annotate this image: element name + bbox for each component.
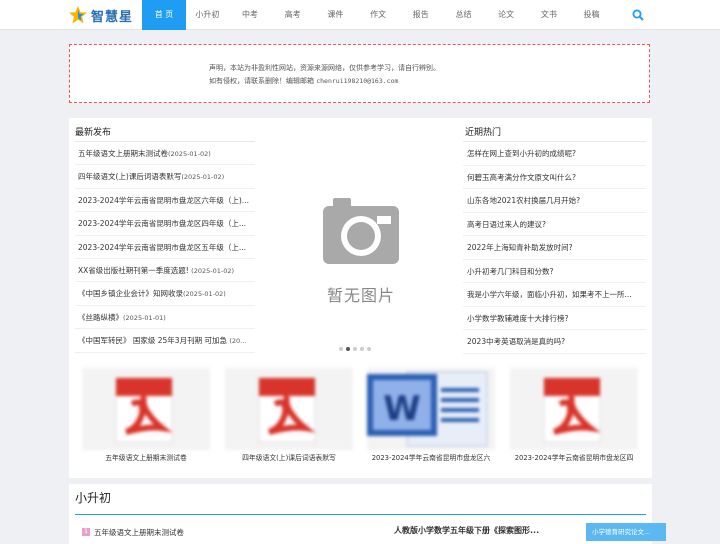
thumbnail-caption[interactable]: 2023-2024学年云南省昆明市盘龙区六 [361,452,501,462]
nav-item-10[interactable]: 投稿 [570,0,613,30]
latest-item-title: 《中国军转民》 国家级 25年3月刊期 可加急 [78,336,230,346]
section-underline [75,514,646,515]
hot-item[interactable]: 怎样在网上查到小升初的成绩呢? [463,142,646,166]
latest-item[interactable]: 《丝路纵横》(2025-01-01) [75,306,255,330]
latest-item-title: 四年级语文(上)课后词语表默写 [78,172,182,182]
nav-item-3[interactable]: 高考 [271,0,314,30]
hot-item[interactable]: 山东各地2021农村换届几月开始? [463,189,646,213]
latest-item[interactable]: 2023-2024学年云南省昆明市盘龙区四年级（上... [75,212,255,236]
latest-item-title: 2023-2024学年云南省昆明市盘龙区六年级（上)... [78,195,249,205]
slider-dot[interactable] [339,347,343,351]
latest-item-title: 《丝路纵横》 [78,312,123,322]
document-thumbnails: 五年级语文上册期末测试卷 四年级语文(上)课后词语表默写 W 2023-2024学年云… [69,364,652,474]
latest-item-title: 2023-2024学年云南省昆明市盘龙区四年级（上... [78,219,247,229]
word-icon[interactable]: W [367,368,495,450]
thumbnail-caption[interactable]: 五年级语文上册期末测试卷 [76,452,216,462]
disclaimer-line1: 声明，本站为非盈利性网站，资源来源网络，仅供参考学习，请自行辨别。 [209,64,440,72]
latest-item-title: 2023-2024学年云南省昆明市盘龙区五年级（上... [78,242,247,252]
latest-heading: 最新发布 [75,128,112,138]
latest-item-date: (2025-01-02) [168,150,211,158]
thumbnail-caption[interactable]: 2023-2024学年云南省昆明市盘龙区四 [504,452,644,462]
camera-icon [323,198,399,264]
hot-heading: 近期热门 [465,128,502,138]
hot-item[interactable]: 2023中考英语取消是真的吗? [463,330,646,354]
nav-item-0[interactable]: 首 页 [142,0,186,30]
star-logo-icon [69,6,87,24]
latest-item-date: (2025-01-02) [181,173,225,182]
latest-item[interactable]: 2023-2024学年云南省昆明市盘龙区六年级（上)... [75,189,255,213]
latest-item-title: 《中国乡镇企业会计》知网收录 [78,289,183,299]
latest-item[interactable]: 《中国军转民》 国家级 25年3月刊期 可加急 (20... [75,329,255,353]
svg-text:W: W [383,389,421,429]
pdf-icon[interactable] [510,368,638,450]
hot-item[interactable]: 小升初考几门科目和分数? [463,260,646,283]
nav-item-7[interactable]: 总结 [442,0,485,30]
nav-item-8[interactable]: 论文 [485,0,528,30]
main-nav: 首 页小升初 中考 高考 课件 作文 报告 总结 论文 文书 投稿 [142,0,613,30]
slider-dots [339,347,371,351]
pdf-icon[interactable] [82,368,210,450]
latest-item[interactable]: 《中国乡镇企业会计》知网收录(2025-01-02) [75,282,255,306]
no-image-caption: 暂无图片 [326,286,395,305]
related-link-button[interactable]: 小学德育研究论文... [586,523,666,541]
slider-dot[interactable] [346,347,350,351]
section-title: 小升初 [75,491,112,505]
nav-item-1[interactable]: 小升初 [186,0,229,30]
latest-item-title: 五年级语文上册期末测试卷 [78,149,168,158]
hot-item[interactable]: 高考日语过来人的建议? [463,213,646,236]
feature-article-title[interactable]: 人教版小学数学五年级下册《探索图形... [394,525,539,536]
slider-placeholder[interactable]: 暂无图片 [319,192,403,305]
hot-item[interactable]: 何碧玉高考满分作文原文叫什么? [463,166,646,189]
disclaimer-notice: 声明，本站为非盈利性网站，资源来源网络，仅供参考学习，请自行辨别。 如有侵权，请… [69,44,650,103]
slider-dot[interactable] [353,347,357,351]
latest-item[interactable]: XX省级出版社期刊第一季度选题! (2025-01-02) [75,259,255,283]
thumbnail-caption[interactable]: 四年级语文(上)课后词语表默写 [219,452,359,462]
latest-item-title: XX省级出版社期刊第一季度选题! [78,265,192,275]
site-logo[interactable]: 智慧星 [68,5,133,25]
latest-item-date: (20... [229,337,247,346]
disclaimer-line2: 如有侵权，请联系删除！编辑邮箱 chenrui198210@163.com [209,75,398,88]
latest-item[interactable]: 2023-2024学年云南省昆明市盘龙区五年级（上... [75,236,255,259]
latest-item[interactable]: 四年级语文(上)课后词语表默写(2025-01-02) [75,165,255,189]
nav-item-5[interactable]: 作文 [357,0,400,30]
main-panel: 最新发布 五年级语文上册期末测试卷(2025-01-02) 四年级语文(上)课后词… [69,118,652,478]
nav-item-6[interactable]: 报告 [399,0,442,30]
latest-item[interactable]: 五年级语文上册期末测试卷(2025-01-02) [75,142,255,166]
search-icon[interactable] [632,9,644,21]
slider-dot[interactable] [360,347,364,351]
editor-email[interactable]: chenrui198210@163.com [316,77,398,85]
xiaoshengchu-section: 小升初 1 五年级语文上册期末测试卷 人教版小学数学五年级下册《探索图形... … [69,484,666,544]
nav-item-4[interactable]: 课件 [314,0,357,30]
disclaimer-text: 如有侵权，请联系删除！编辑邮箱 [209,77,317,85]
hot-item[interactable]: 2022年上海知青补助发放时间? [463,236,646,260]
slider-dot[interactable] [367,347,371,351]
latest-item-date: (2025-01-02) [191,266,235,275]
hot-item[interactable]: 小学数学教辅难度十大排行榜? [463,307,646,330]
latest-item-date: (2025-01-01) [123,313,166,322]
latest-item-date: (2025-01-02) [183,290,226,299]
hot-item[interactable]: 我是小学六年级，面临小升初，如果考不上一所... [463,283,646,307]
pdf-icon[interactable] [225,368,353,450]
section-list-item[interactable]: 五年级语文上册期末测试卷 [94,527,184,538]
top-navbar: 智慧星 首 页小升初 中考 高考 课件 作文 报告 总结 论文 文书 投稿 [0,0,720,30]
nav-item-9[interactable]: 文书 [528,0,571,30]
nav-item-2[interactable]: 中考 [229,0,272,30]
hot-list: 怎样在网上查到小升初的成绩呢? 何碧玉高考满分作文原文叫什么? 山东各地2021农村… [463,142,646,354]
latest-list: 五年级语文上册期末测试卷(2025-01-02) 四年级语文(上)课后词语表默写(… [75,142,255,353]
rank-badge: 1 [82,528,90,536]
brand-name: 智慧星 [91,9,134,25]
